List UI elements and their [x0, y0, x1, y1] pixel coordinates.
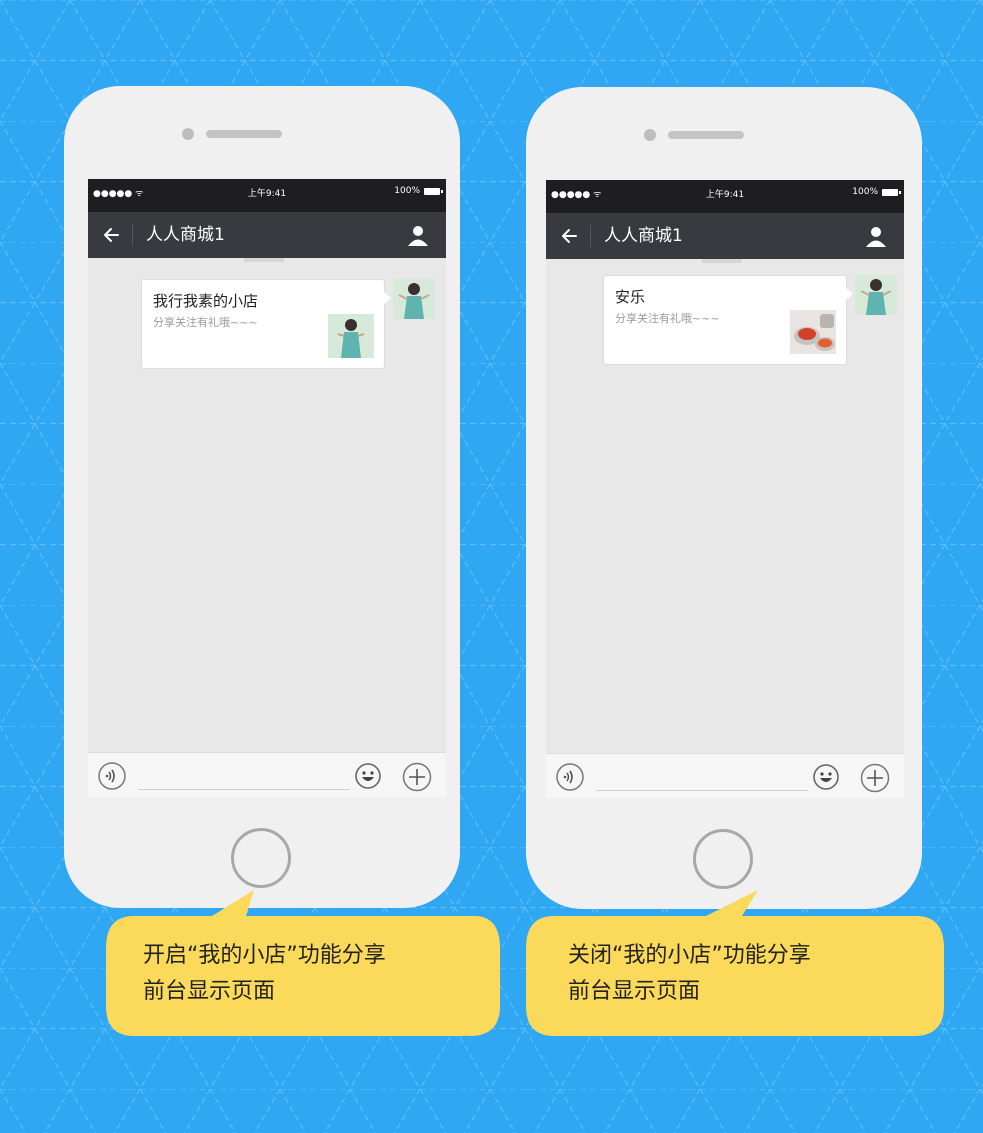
- person-icon[interactable]: [864, 224, 888, 248]
- speaker-grille: [206, 130, 282, 138]
- shared-card[interactable]: 我行我素的小店 分享关注有礼哦~~~: [141, 279, 391, 369]
- battery-percent: 100%: [394, 186, 420, 196]
- chat-title: 人人商城1: [604, 226, 683, 246]
- voice-icon[interactable]: [98, 762, 126, 790]
- chat-input-bar: [88, 752, 446, 797]
- chat-screen: ●●●●● ᯤ 上午9:41 100% 人人商城1 我行我素的小店 分享关注有礼…: [88, 179, 446, 797]
- nav-divider: [590, 225, 591, 247]
- chat-screen: ●●●●● ᯤ 上午9:41 100% 人人商城1 安乐 分享关注有礼哦~~~: [546, 180, 904, 798]
- callout-line-1: 开启“我的小店”功能分享: [143, 943, 386, 968]
- plus-icon[interactable]: [860, 763, 890, 793]
- nav-divider: [132, 224, 133, 246]
- callout-line-2: 前台显示页面: [143, 979, 276, 1004]
- shared-card[interactable]: 安乐 分享关注有礼哦~~~: [603, 275, 853, 365]
- battery-percent: 100%: [852, 187, 878, 197]
- status-time: 上午9:41: [705, 190, 745, 200]
- chat-navbar: 人人商城1: [546, 213, 904, 259]
- callout-line-2: 前台显示页面: [568, 979, 701, 1004]
- camera-dot: [644, 129, 656, 141]
- arrow-left-icon[interactable]: [558, 223, 580, 249]
- person-icon[interactable]: [406, 223, 430, 247]
- status-time: 上午9:41: [247, 189, 287, 199]
- card-thumbnail: [790, 310, 836, 354]
- card-description: 分享关注有礼哦~~~: [153, 316, 258, 329]
- card-title: 安乐: [615, 288, 646, 306]
- plus-icon[interactable]: [402, 762, 432, 792]
- arrow-left-icon[interactable]: [100, 222, 122, 248]
- avatar[interactable]: [393, 279, 435, 319]
- card-thumbnail: [328, 314, 374, 358]
- pull-tab: [244, 258, 284, 262]
- pull-tab: [702, 259, 742, 263]
- emoji-icon[interactable]: [354, 762, 382, 790]
- phone-mockup-left: ●●●●● ᯤ 上午9:41 100% 人人商城1 我行我素的小店 分享关注有礼…: [64, 86, 460, 908]
- callout-line-1: 关闭“我的小店”功能分享: [568, 943, 811, 968]
- message-input[interactable]: [596, 790, 808, 791]
- emoji-icon[interactable]: [812, 763, 840, 791]
- card-description: 分享关注有礼哦~~~: [615, 312, 720, 325]
- status-bar: ●●●●● ᯤ 上午9:41 100%: [88, 179, 446, 212]
- voice-icon[interactable]: [556, 763, 584, 791]
- card-title: 我行我素的小店: [153, 292, 259, 310]
- camera-dot: [182, 128, 194, 140]
- battery-icon: [882, 189, 901, 196]
- message-input[interactable]: [138, 789, 350, 790]
- chat-navbar: 人人商城1: [88, 212, 446, 258]
- home-button[interactable]: [693, 829, 753, 889]
- avatar[interactable]: [855, 275, 897, 315]
- chat-input-bar: [546, 753, 904, 798]
- status-bar: ●●●●● ᯤ 上午9:41 100%: [546, 180, 904, 213]
- home-button[interactable]: [231, 828, 291, 888]
- speaker-grille: [668, 131, 744, 139]
- chat-title: 人人商城1: [146, 225, 225, 245]
- battery-icon: [424, 188, 443, 195]
- phone-mockup-right: ●●●●● ᯤ 上午9:41 100% 人人商城1 安乐 分享关注有礼哦~~~: [526, 87, 922, 909]
